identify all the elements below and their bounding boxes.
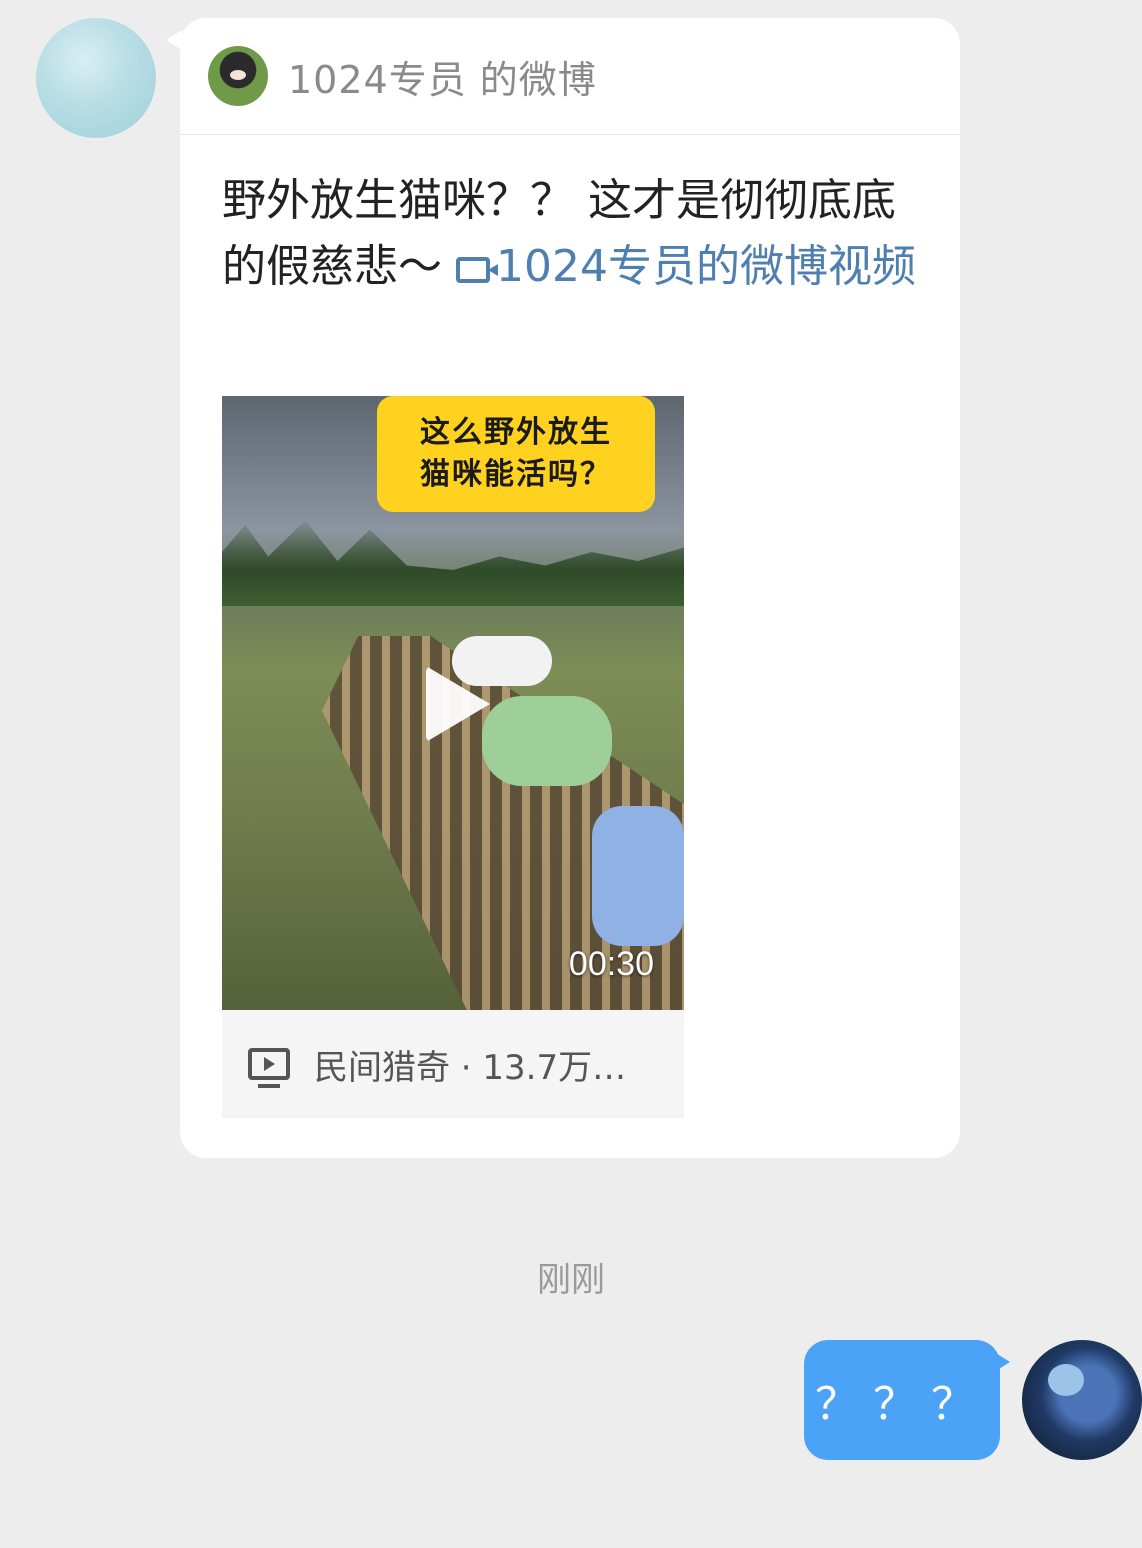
card-header[interactable]: 1024专员 的微博 [180,18,960,135]
message-timestamp: 刚刚 [537,1260,605,1300]
video-meta-text: 民间猎奇 · 13.7万… [314,1047,627,1088]
caption-line-2: 猫咪能活吗？ [420,457,612,492]
card-header-title: 1024专员 的微博 [288,57,597,102]
thumbnail-person [482,696,612,786]
self-avatar[interactable] [1022,1340,1142,1460]
video-link[interactable]: 1024专员的微博视频 [456,241,916,292]
play-icon[interactable] [426,666,490,742]
video-link-label: 1024专员的微博视频 [496,241,916,292]
bear-mascot-avatar-icon [208,46,268,106]
post-text: 野外放生猫咪？？ 这才是彻彻底底的假慈悲～ 1024专员的微博视频 [222,168,922,300]
reply-message-text: ？？？ [815,1379,989,1430]
thumbnail-trees [222,520,684,606]
video-duration: 00:30 [568,945,654,983]
video-camera-icon [456,257,498,283]
video-caption-overlay: 这么野外放生 猫咪能活吗？ [377,396,655,512]
video-meta-bar[interactable]: 民间猎奇 · 13.7万… [222,1010,684,1118]
caption-line-1: 这么野外放生 [420,415,612,450]
sender-avatar[interactable] [36,18,156,138]
thumbnail-person [592,806,684,946]
video-thumbnail[interactable]: 这么野外放生 猫咪能活吗？ 00:30 [222,396,684,1010]
shared-weibo-card[interactable]: 1024专员 的微博 野外放生猫咪？？ 这才是彻彻底底的假慈悲～ 1024专员的… [180,18,960,1158]
video-play-box-icon [248,1048,290,1088]
bubble-tail [994,1352,1010,1372]
reply-message-bubble[interactable]: ？？？ [804,1340,1000,1460]
